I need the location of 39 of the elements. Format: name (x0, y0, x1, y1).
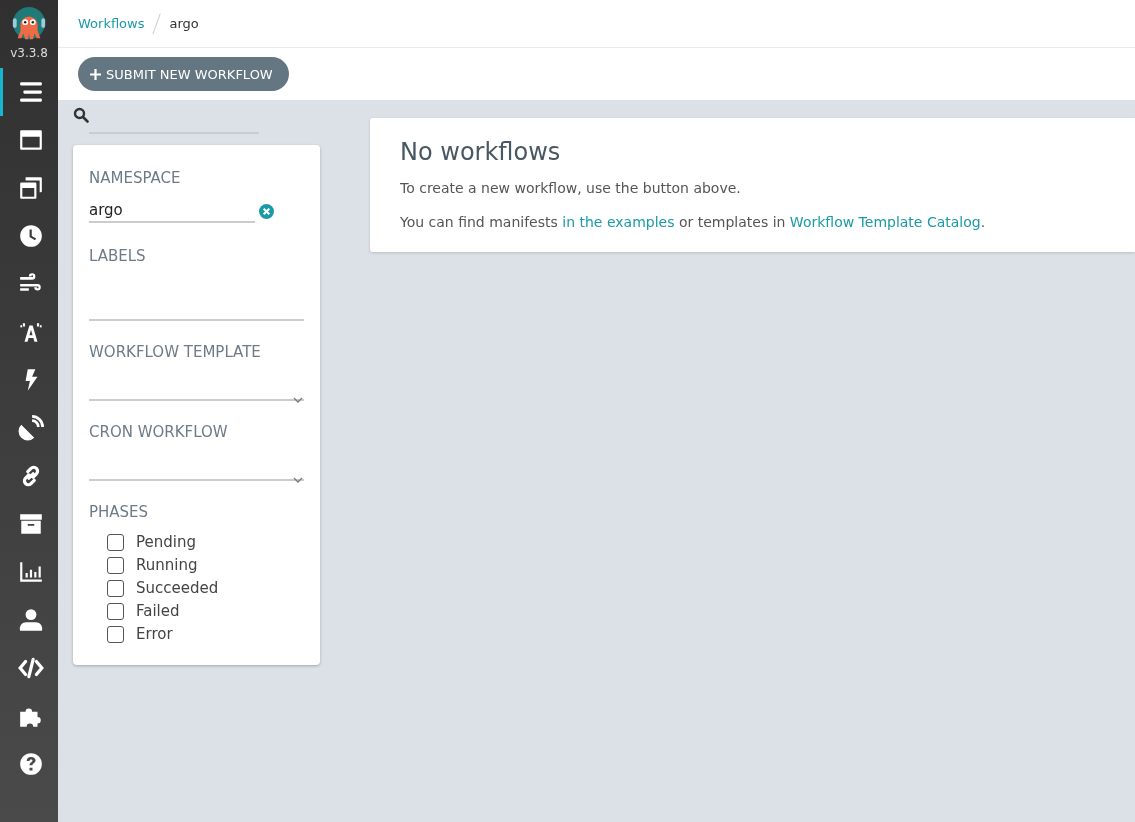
phase-checkbox[interactable] (107, 556, 124, 574)
search-icon (73, 107, 89, 123)
archive-icon (17, 511, 44, 537)
template-catalog-link[interactable]: Workflow Template Catalog (789, 214, 981, 230)
phase-checkbox[interactable] (107, 533, 124, 551)
plus-icon (90, 68, 101, 80)
filter-label: CRON WORKFLOW (89, 423, 229, 441)
examples-link[interactable]: in the examples (562, 214, 675, 230)
phase-label: Running (136, 556, 198, 574)
windows-icon (17, 175, 44, 201)
clock-icon (17, 223, 44, 249)
chevron-down-icon (293, 397, 303, 403)
filter-label: LABELS (89, 247, 147, 265)
code-icon (17, 655, 44, 681)
window-icon (17, 127, 44, 153)
chart-icon (17, 559, 44, 585)
user-icon (17, 607, 44, 633)
phase-label: Error (136, 625, 173, 643)
version-label: v3.3.8 (10, 46, 48, 60)
clear-icon[interactable] (259, 203, 274, 219)
filter-label: WORKFLOW TEMPLATE (89, 343, 262, 361)
chevron-down-icon (293, 477, 303, 483)
phase-label: Pending (136, 533, 196, 551)
empty-state-title: No workflows (400, 138, 562, 166)
manifests-text: You can find manifests in the examples or templates in Workflow Template Catalog. (400, 214, 987, 230)
filter-label: PHASES (89, 503, 150, 521)
phase-checkbox[interactable] (107, 579, 124, 597)
phase-checkbox[interactable] (107, 625, 124, 643)
help-icon (17, 751, 44, 777)
filter-label: NAMESPACE (89, 169, 182, 187)
phase-label: Succeeded (136, 579, 219, 597)
list-icon (17, 79, 44, 105)
empty-state-text: To create a new workflow, use the button above. (400, 180, 742, 196)
phase-label: Failed (136, 602, 180, 620)
submit-workflow-button[interactable]: SUBMIT NEW WORKFLOW (78, 57, 289, 91)
breadcrumb-current: argo (169, 16, 199, 31)
breadcrumb-link[interactable]: Workflows (78, 16, 145, 31)
satellite-icon (17, 415, 44, 441)
phase-checkbox[interactable] (107, 602, 124, 620)
